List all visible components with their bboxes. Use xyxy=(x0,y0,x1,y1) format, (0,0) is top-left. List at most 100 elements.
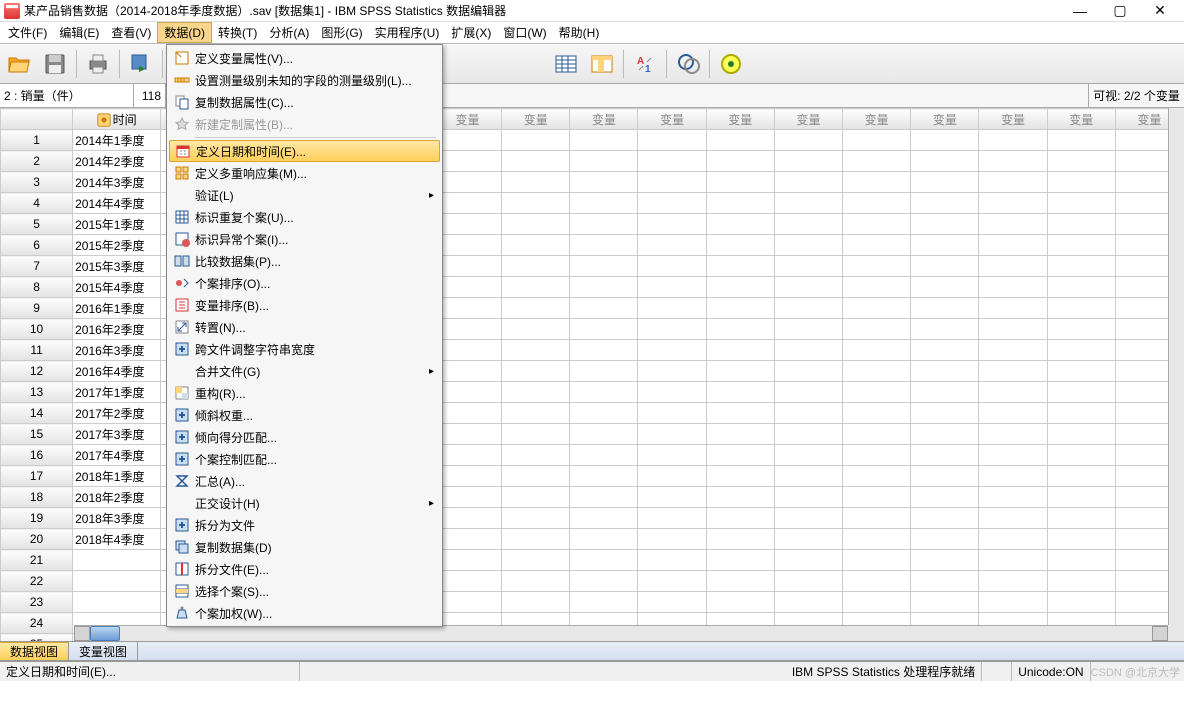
empty-column-header[interactable]: 变量 xyxy=(638,109,706,130)
menu-edit[interactable]: 编辑(E) xyxy=(53,22,105,43)
row-header[interactable]: 22 xyxy=(1,571,73,592)
data-cell[interactable]: 2018年4季度 xyxy=(73,529,161,550)
menu-extend[interactable]: 扩展(X) xyxy=(445,22,497,43)
data-cell[interactable]: 2015年1季度 xyxy=(73,214,161,235)
menu-item[interactable]: 正交设计(H) xyxy=(169,492,440,514)
menu-util[interactable]: 实用程序(U) xyxy=(369,22,446,43)
vertical-scrollbar[interactable] xyxy=(1168,108,1184,625)
minimize-button[interactable]: — xyxy=(1060,1,1100,21)
empty-column-header[interactable]: 变量 xyxy=(570,109,638,130)
menu-item[interactable]: 标识异常个案(I)... xyxy=(169,228,440,250)
data-cell[interactable]: 2016年2季度 xyxy=(73,319,161,340)
empty-column-header[interactable]: 变量 xyxy=(843,109,911,130)
row-header[interactable]: 14 xyxy=(1,403,73,424)
menu-help[interactable]: 帮助(H) xyxy=(553,22,606,43)
empty-column-header[interactable]: 变量 xyxy=(911,109,979,130)
row-header[interactable]: 23 xyxy=(1,592,73,613)
data-cell[interactable]: 2014年4季度 xyxy=(73,193,161,214)
save-button[interactable] xyxy=(38,47,72,81)
menu-item[interactable]: 选择个案(S)... xyxy=(169,580,440,602)
menu-item[interactable]: 个案控制匹配... xyxy=(169,448,440,470)
row-header[interactable]: 8 xyxy=(1,277,73,298)
row-header[interactable]: 9 xyxy=(1,298,73,319)
menu-item[interactable]: 倾向得分匹配... xyxy=(169,426,440,448)
cell-value[interactable]: 118 xyxy=(134,84,166,107)
data-cell[interactable]: 2018年1季度 xyxy=(73,466,161,487)
row-header[interactable]: 1 xyxy=(1,130,73,151)
menu-view[interactable]: 查看(V) xyxy=(105,22,157,43)
row-header[interactable]: 16 xyxy=(1,445,73,466)
menu-item[interactable]: 定义变量属性(V)... xyxy=(169,47,440,69)
data-cell[interactable]: 2015年4季度 xyxy=(73,277,161,298)
close-button[interactable]: ✕ xyxy=(1140,1,1180,21)
menu-graph[interactable]: 图形(G) xyxy=(315,22,368,43)
row-header[interactable]: 12 xyxy=(1,361,73,382)
empty-column-header[interactable]: 变量 xyxy=(774,109,842,130)
menu-item[interactable]: 复制数据集(D) xyxy=(169,536,440,558)
cell-reference[interactable]: 2 : 销量（件） xyxy=(0,84,134,107)
row-header[interactable]: 13 xyxy=(1,382,73,403)
empty-column-header[interactable]: 变量 xyxy=(502,109,570,130)
row-header[interactable]: 24 xyxy=(1,613,73,634)
data-cell[interactable]: 2016年3季度 xyxy=(73,340,161,361)
maximize-button[interactable]: ▢ xyxy=(1100,1,1140,21)
row-header[interactable]: 18 xyxy=(1,487,73,508)
data-cell[interactable]: 2015年2季度 xyxy=(73,235,161,256)
menu-item[interactable]: 复制数据属性(C)... xyxy=(169,91,440,113)
data-cell[interactable]: 2014年3季度 xyxy=(73,172,161,193)
menu-analyze[interactable]: 分析(A) xyxy=(263,22,315,43)
row-header[interactable]: 19 xyxy=(1,508,73,529)
menu-item[interactable]: 标识重复个案(U)... xyxy=(169,206,440,228)
variables-button[interactable]: A1 xyxy=(628,47,662,81)
menu-item[interactable]: 拆分文件(E)... xyxy=(169,558,440,580)
data-cell[interactable]: 2018年3季度 xyxy=(73,508,161,529)
tab-data-view[interactable]: 数据视图 xyxy=(0,642,69,660)
menu-item[interactable]: 重构(R)... xyxy=(169,382,440,404)
recall-dialog-button[interactable] xyxy=(124,47,158,81)
empty-column-header[interactable]: 变量 xyxy=(1047,109,1115,130)
row-header[interactable]: 5 xyxy=(1,214,73,235)
menu-item[interactable]: 个案排序(O)... xyxy=(169,272,440,294)
row-header[interactable]: 20 xyxy=(1,529,73,550)
row-header[interactable]: 10 xyxy=(1,319,73,340)
horizontal-scrollbar[interactable] xyxy=(74,625,1168,641)
data-cell[interactable]: 2017年4季度 xyxy=(73,445,161,466)
row-header[interactable]: 11 xyxy=(1,340,73,361)
data-cell[interactable]: 2015年3季度 xyxy=(73,256,161,277)
menu-window[interactable]: 窗口(W) xyxy=(497,22,552,43)
row-header[interactable]: 25 xyxy=(1,634,73,642)
print-button[interactable] xyxy=(81,47,115,81)
menu-item[interactable]: 跨文件调整字符串宽度 xyxy=(169,338,440,360)
menu-item[interactable]: 倾斜权重... xyxy=(169,404,440,426)
use-sets-button[interactable] xyxy=(714,47,748,81)
row-header[interactable]: 21 xyxy=(1,550,73,571)
menu-item[interactable]: 定义日期和时间(E)... xyxy=(169,140,440,162)
row-header[interactable]: 3 xyxy=(1,172,73,193)
goto-var-button[interactable] xyxy=(585,47,619,81)
open-button[interactable] xyxy=(2,47,36,81)
row-header[interactable]: 15 xyxy=(1,424,73,445)
menu-item[interactable]: 验证(L) xyxy=(169,184,440,206)
data-cell[interactable]: 2016年4季度 xyxy=(73,361,161,382)
data-cell[interactable]: 2014年2季度 xyxy=(73,151,161,172)
data-cell[interactable]: 2014年1季度 xyxy=(73,130,161,151)
goto-case-button[interactable] xyxy=(549,47,583,81)
data-cell[interactable]: 2018年2季度 xyxy=(73,487,161,508)
row-header[interactable]: 4 xyxy=(1,193,73,214)
menu-item[interactable]: 转置(N)... xyxy=(169,316,440,338)
row-header[interactable]: 17 xyxy=(1,466,73,487)
menu-item[interactable]: 拆分为文件 xyxy=(169,514,440,536)
empty-column-header[interactable]: 变量 xyxy=(979,109,1047,130)
menu-item[interactable]: 个案加权(W)... xyxy=(169,602,440,624)
data-cell[interactable]: 2017年3季度 xyxy=(73,424,161,445)
menu-item[interactable]: 合并文件(G) xyxy=(169,360,440,382)
data-cell[interactable]: 2017年2季度 xyxy=(73,403,161,424)
data-cell[interactable]: 2017年1季度 xyxy=(73,382,161,403)
empty-column-header[interactable]: 变量 xyxy=(433,109,501,130)
empty-column-header[interactable]: 变量 xyxy=(706,109,774,130)
data-cell[interactable]: 2016年1季度 xyxy=(73,298,161,319)
menu-item[interactable]: 比较数据集(P)... xyxy=(169,250,440,272)
value-labels-button[interactable] xyxy=(671,47,705,81)
row-header[interactable]: 2 xyxy=(1,151,73,172)
menu-file[interactable]: 文件(F) xyxy=(2,22,53,43)
